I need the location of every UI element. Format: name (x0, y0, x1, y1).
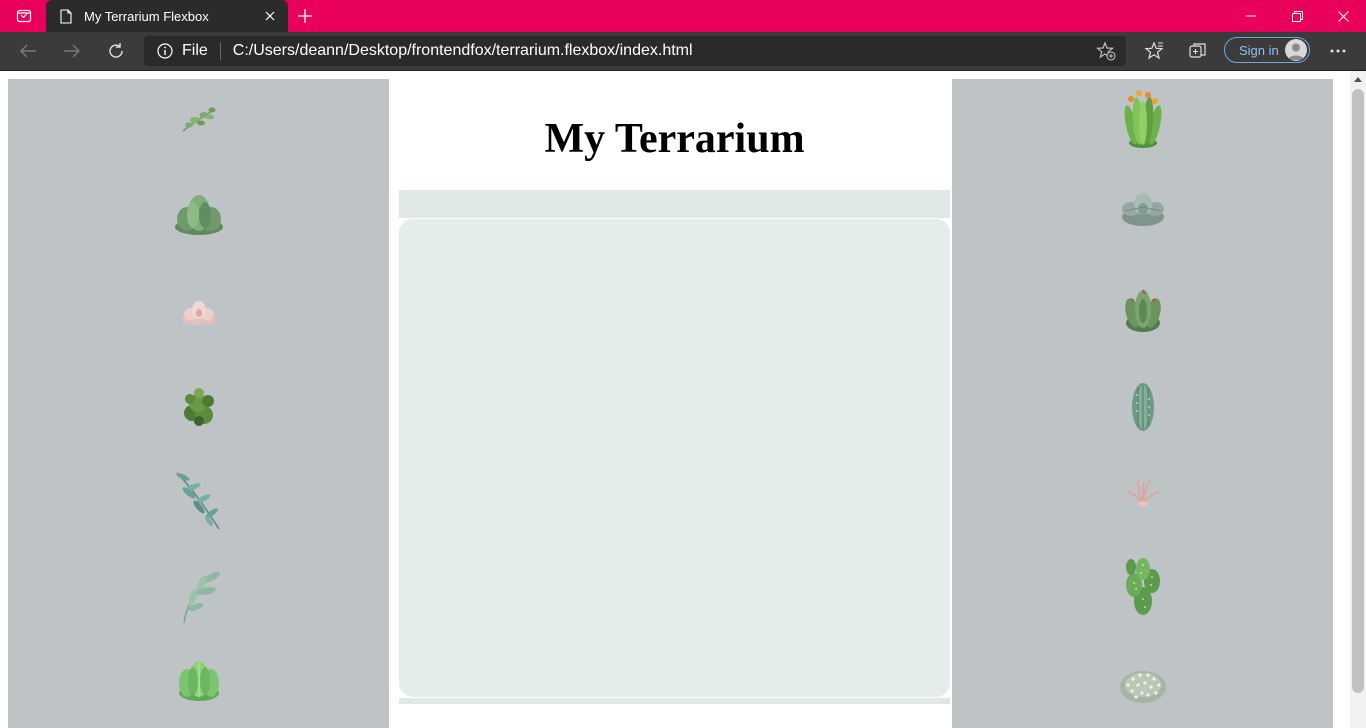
close-icon (1337, 10, 1349, 22)
refresh-icon (109, 43, 123, 58)
active-tab[interactable]: My Terrarium Flexbox (46, 0, 288, 32)
minimize-button[interactable] (1228, 0, 1274, 32)
forward-button[interactable] (56, 37, 88, 65)
favorites-star-icon (1144, 41, 1164, 60)
favorites-button[interactable] (1139, 37, 1169, 65)
back-arrow-icon (20, 44, 36, 58)
jar-top (399, 190, 950, 218)
plant-air-plant-icon[interactable] (1126, 477, 1160, 509)
plus-icon (298, 9, 312, 23)
avatar-icon (1285, 39, 1307, 61)
browser-toolbar: File C:/Users/deann/Desktop/frontendfox/… (0, 32, 1366, 71)
minimize-icon (1246, 15, 1256, 17)
jar-bottom (399, 698, 950, 704)
close-tab-icon[interactable] (256, 2, 284, 30)
url-scheme-label: File (182, 42, 208, 59)
sign-in-button[interactable]: Sign in (1224, 37, 1310, 63)
plant-grey-echeveria-icon[interactable] (1120, 191, 1166, 229)
page-title: My Terrarium (544, 116, 805, 162)
address-divider (219, 42, 221, 60)
browser-title-bar: My Terrarium Flexbox (0, 0, 1366, 32)
back-button[interactable] (12, 37, 44, 65)
restore-icon (1291, 10, 1303, 22)
refresh-button[interactable] (100, 37, 132, 65)
plant-white-dotted-cactus-icon[interactable] (1118, 665, 1168, 705)
plant-pink-succulent-icon[interactable] (179, 297, 219, 327)
collections-icon (1189, 43, 1206, 58)
plant-green-succulent-rosette-icon[interactable] (173, 191, 225, 237)
left-plant-container (8, 79, 389, 728)
scrollbar-thumb[interactable] (1352, 89, 1364, 693)
address-bar[interactable]: File C:/Users/deann/Desktop/frontendfox/… (144, 36, 1126, 66)
tab-actions-button[interactable] (8, 4, 40, 28)
close-window-button[interactable] (1320, 0, 1366, 32)
collections-button[interactable] (1183, 37, 1213, 65)
more-options-button[interactable] (1323, 37, 1353, 65)
tab-actions-icon (16, 9, 32, 23)
plant-striped-cactus-icon[interactable] (1129, 381, 1157, 433)
plant-flowering-aloe-icon[interactable] (1121, 85, 1165, 149)
plant-eucalyptus-branch-icon[interactable] (171, 469, 227, 533)
page-viewport: My Terrarium (0, 71, 1350, 728)
ellipsis-icon (1330, 49, 1346, 53)
new-tab-button[interactable] (292, 4, 318, 28)
info-icon[interactable] (156, 42, 174, 60)
plant-red-tipped-succulent-icon[interactable] (1123, 285, 1163, 333)
page-icon (58, 8, 74, 24)
tab-title: My Terrarium Flexbox (84, 8, 209, 24)
window-controls (1228, 0, 1366, 32)
forward-arrow-icon (64, 44, 80, 58)
plant-fern-sprig-icon[interactable] (179, 105, 219, 135)
sign-in-label: Sign in (1239, 42, 1279, 58)
add-favorite-icon[interactable] (1092, 37, 1120, 65)
right-plant-container (952, 79, 1333, 728)
plant-bright-green-succulent-icon[interactable] (177, 657, 221, 703)
plant-sage-branch-icon[interactable] (174, 567, 224, 625)
scroll-up-arrow-icon[interactable] (1350, 71, 1366, 87)
vertical-scrollbar[interactable] (1350, 71, 1366, 728)
plant-prickly-pear-cactus-icon[interactable] (1123, 555, 1163, 617)
plant-dark-green-moss-clump-icon[interactable] (180, 385, 218, 427)
url-text[interactable]: C:/Users/deann/Desktop/frontendfox/terra… (233, 42, 1092, 60)
terrarium-jar[interactable] (399, 219, 950, 697)
restore-button[interactable] (1274, 0, 1320, 32)
